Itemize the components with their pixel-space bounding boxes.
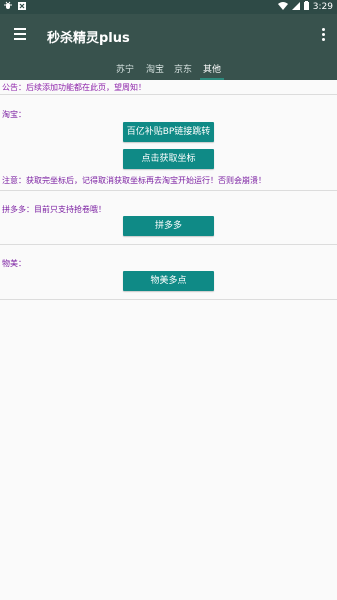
divider bbox=[0, 94, 337, 95]
app-title: 秒杀精灵plus bbox=[47, 31, 130, 46]
pinduoduo-button[interactable]: 拼多多 bbox=[123, 216, 214, 236]
divider bbox=[0, 299, 337, 300]
bug-icon bbox=[4, 1, 12, 13]
battery-icon bbox=[303, 1, 309, 13]
tab-jingdong[interactable]: 京东 bbox=[172, 60, 194, 80]
pinduoduo-label: 拼多多：目前只支持抢卷哦！ bbox=[2, 205, 106, 214]
close-box-icon bbox=[18, 1, 26, 13]
status-bar: 3:29 bbox=[0, 0, 337, 14]
menu-icon[interactable] bbox=[14, 28, 26, 40]
divider bbox=[0, 244, 337, 245]
tab-suning[interactable]: 苏宁 bbox=[114, 60, 136, 80]
tab-taobao[interactable]: 淘宝 bbox=[144, 60, 166, 80]
announcement-text: 公告：后续添加功能都在此页，望周知！ bbox=[2, 83, 146, 92]
status-right: 3:29 bbox=[277, 1, 333, 13]
get-coordinates-button[interactable]: 点击获取坐标 bbox=[123, 149, 214, 169]
taobao-warning-text: 注意：获取完坐标后，记得取消获取坐标再去淘宝开始运行！否则会崩溃！ bbox=[2, 176, 266, 185]
app-bar: 秒杀精灵plus bbox=[0, 14, 337, 56]
signal-icon bbox=[291, 1, 300, 13]
status-left bbox=[4, 1, 26, 13]
tab-other[interactable]: 其他 bbox=[200, 60, 224, 80]
wifi-icon bbox=[277, 1, 288, 13]
status-time: 3:29 bbox=[312, 2, 333, 12]
wumei-label: 物美： bbox=[2, 259, 26, 268]
taobao-label: 淘宝： bbox=[2, 110, 26, 119]
taobao-bp-link-button[interactable]: 百亿补贴BP链接跳转 bbox=[123, 122, 214, 142]
wumei-duodian-button[interactable]: 物美多点 bbox=[123, 271, 214, 291]
divider bbox=[0, 190, 337, 191]
tab-bar: 苏宁 淘宝 京东 其他 bbox=[0, 56, 337, 80]
more-options-icon[interactable] bbox=[321, 28, 325, 42]
